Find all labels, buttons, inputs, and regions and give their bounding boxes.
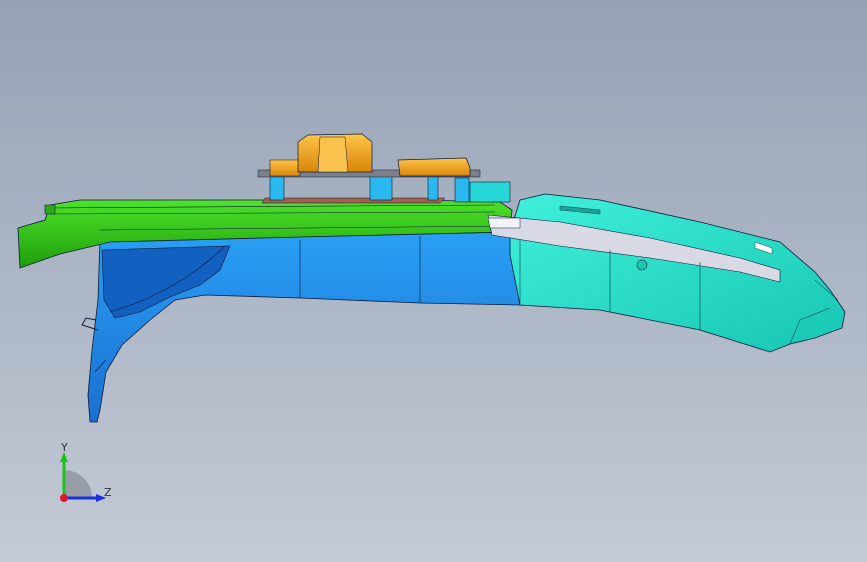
blue-housing-part[interactable] bbox=[81, 231, 521, 423]
cyan-cover-part[interactable] bbox=[487, 193, 846, 353]
cad-model-view[interactable] bbox=[0, 0, 867, 562]
cad-viewport[interactable]: Y Z bbox=[0, 0, 867, 562]
x-axis-origin-dot bbox=[60, 494, 68, 502]
brown-strip-part[interactable] bbox=[261, 197, 446, 204]
triad-quadrant-shade bbox=[64, 470, 92, 498]
orange-block-parts[interactable] bbox=[269, 133, 471, 177]
z-axis-label: Z bbox=[104, 486, 112, 499]
view-orientation-triad[interactable] bbox=[40, 436, 130, 516]
y-axis-label: Y bbox=[61, 441, 68, 454]
